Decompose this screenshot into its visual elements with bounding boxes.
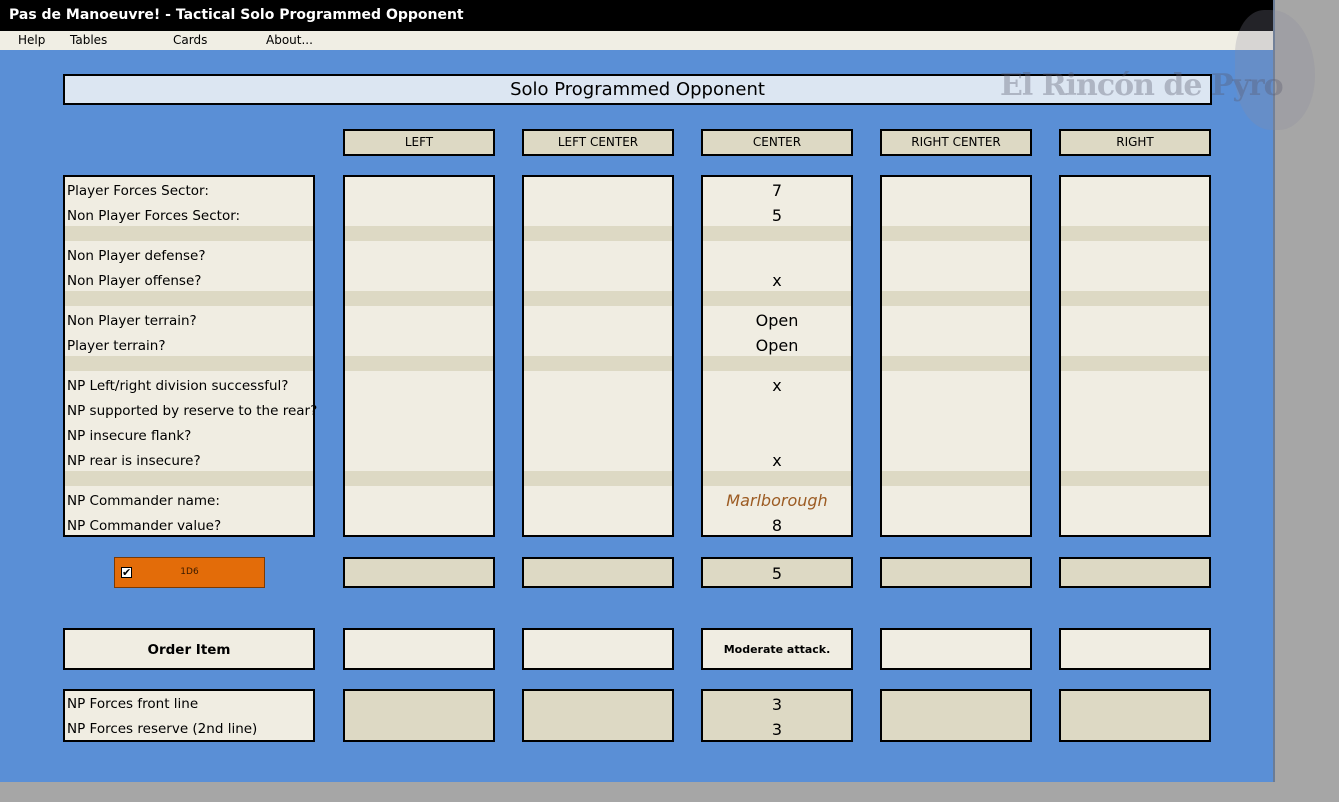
row-separator — [703, 291, 851, 306]
row-separator — [1061, 471, 1209, 486]
row-separator — [345, 356, 493, 371]
row-separator — [882, 356, 1030, 371]
column-header-left-center: LEFT CENTER — [522, 129, 674, 156]
center-player-forces-sector[interactable]: 7 — [703, 181, 851, 200]
row-separator — [345, 471, 493, 486]
title-bar: Pas de Manoeuvre! - Tactical Solo Progra… — [0, 0, 1273, 31]
left-center-column-panel[interactable] — [522, 175, 674, 537]
column-header-center: CENTER — [701, 129, 853, 156]
left-column-panel[interactable] — [343, 175, 495, 537]
menu-tables[interactable]: Tables — [70, 33, 107, 47]
row-separator — [524, 356, 672, 371]
order-item-label: Order Item — [147, 642, 231, 658]
column-header-right: RIGHT — [1059, 129, 1211, 156]
row-separator — [1061, 291, 1209, 306]
menu-bar: Help Tables Cards About... — [0, 31, 1273, 50]
row-separator — [703, 226, 851, 241]
label-np-reserve: NP supported by reserve to the rear? — [67, 403, 318, 419]
center-front-line: 3 — [771, 695, 783, 714]
center-np-commander-value[interactable]: 8 — [703, 516, 851, 535]
center-np-rear[interactable]: x — [703, 451, 851, 470]
order-left — [343, 628, 495, 670]
forces-center: 3 3 — [701, 689, 853, 742]
label-np-offense: Non Player offense? — [67, 273, 202, 289]
roll-right — [1059, 557, 1211, 588]
roll-center: 5 — [701, 557, 853, 588]
label-player-forces-sector: Player Forces Sector: — [67, 183, 209, 199]
column-header-right-center: RIGHT CENTER — [880, 129, 1032, 156]
forces-left — [343, 689, 495, 742]
order-center: Moderate attack. — [701, 628, 853, 670]
dice-label: 1D6 — [180, 567, 199, 577]
row-separator — [345, 226, 493, 241]
label-np-commander-name: NP Commander name: — [67, 493, 220, 509]
roll-left — [343, 557, 495, 588]
order-right-center — [880, 628, 1032, 670]
row-separator — [524, 226, 672, 241]
order-left-center — [522, 628, 674, 670]
window-title: Pas de Manoeuvre! - Tactical Solo Progra… — [9, 7, 464, 23]
row-separator — [1061, 356, 1209, 371]
forces-left-center — [522, 689, 674, 742]
center-player-terrain[interactable]: Open — [703, 336, 851, 355]
label-np-rear: NP rear is insecure? — [67, 453, 201, 469]
row-separator — [65, 471, 313, 486]
forces-label-box: NP Forces front line NP Forces reserve (… — [63, 689, 315, 742]
row-separator — [882, 291, 1030, 306]
row-separator — [703, 471, 851, 486]
center-np-division[interactable]: x — [703, 376, 851, 395]
row-separator — [1061, 226, 1209, 241]
row-separator — [524, 471, 672, 486]
column-header-left: LEFT — [343, 129, 495, 156]
label-np-defense: Non Player defense? — [67, 248, 206, 264]
row-separator — [882, 471, 1030, 486]
right-column-panel[interactable] — [1059, 175, 1211, 537]
label-reserve: NP Forces reserve (2nd line) — [67, 721, 258, 737]
roll-right-center — [880, 557, 1032, 588]
menu-help[interactable]: Help — [18, 33, 45, 47]
label-non-player-forces-sector: Non Player Forces Sector: — [67, 208, 241, 224]
row-separator — [65, 356, 313, 371]
label-np-flank: NP insecure flank? — [67, 428, 192, 444]
center-np-offense[interactable]: x — [703, 271, 851, 290]
center-np-commander-name[interactable]: Marlborough — [703, 491, 851, 510]
label-np-division: NP Left/right division successful? — [67, 378, 289, 394]
row-separator — [703, 356, 851, 371]
watermark: El Rincón de Pyro — [1000, 68, 1284, 103]
center-np-terrain[interactable]: Open — [703, 311, 851, 330]
row-separator — [345, 291, 493, 306]
row-separator — [65, 291, 313, 306]
label-np-commander-value: NP Commander value? — [67, 518, 222, 534]
row-separator — [524, 291, 672, 306]
label-front-line: NP Forces front line — [67, 696, 199, 712]
center-reserve: 3 — [771, 720, 783, 739]
center-non-player-forces-sector[interactable]: 5 — [703, 206, 851, 225]
center-column-panel[interactable]: 7 5 x Open Open x x Marlborough 8 — [701, 175, 853, 537]
order-item-label-box: Order Item — [63, 628, 315, 670]
forces-right — [1059, 689, 1211, 742]
order-right — [1059, 628, 1211, 670]
roll-center-value: 5 — [771, 564, 783, 583]
row-separator — [882, 226, 1030, 241]
forces-right-center — [880, 689, 1032, 742]
row-separator — [65, 226, 313, 241]
label-player-terrain: Player terrain? — [67, 338, 166, 354]
right-center-column-panel[interactable] — [880, 175, 1032, 537]
roll-left-center — [522, 557, 674, 588]
questions-panel: Player Forces Sector: Non Player Forces … — [63, 175, 318, 537]
menu-about[interactable]: About... — [266, 33, 313, 47]
roll-1d6-button[interactable]: ✔ 1D6 — [114, 557, 265, 588]
order-center-value: Moderate attack. — [723, 643, 831, 656]
menu-cards[interactable]: Cards — [173, 33, 207, 47]
label-np-terrain: Non Player terrain? — [67, 313, 197, 329]
